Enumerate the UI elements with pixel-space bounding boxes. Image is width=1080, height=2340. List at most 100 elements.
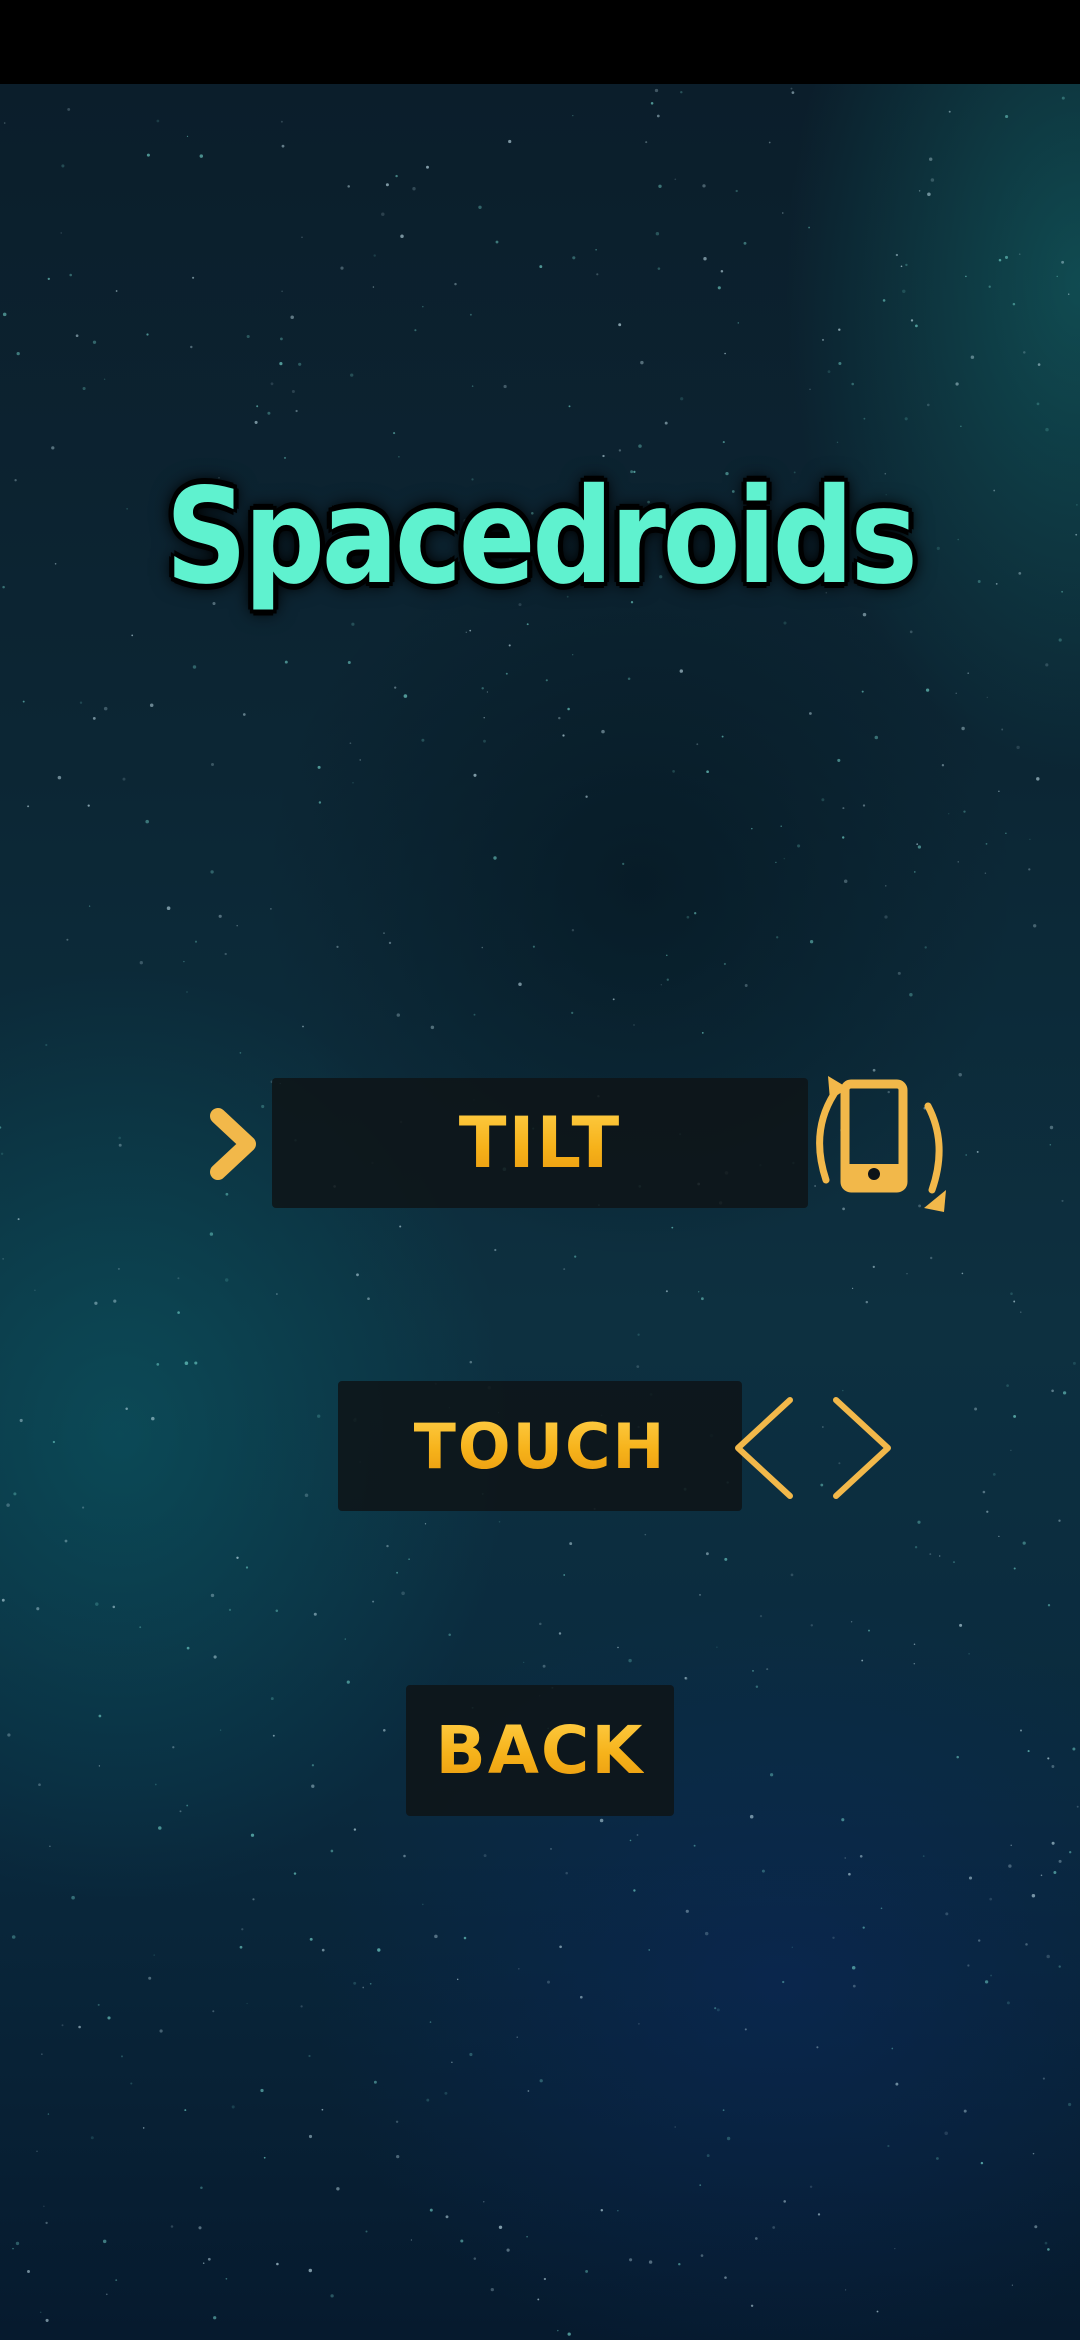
star — [599, 1818, 604, 1823]
star — [930, 1256, 933, 1260]
star — [469, 313, 472, 316]
star — [1010, 1449, 1012, 1451]
star — [571, 928, 575, 932]
star — [166, 906, 171, 910]
star — [231, 2105, 235, 2109]
star — [131, 634, 134, 637]
star — [465, 631, 468, 634]
star — [636, 1834, 639, 1836]
star — [11, 1935, 16, 1939]
star — [151, 1416, 155, 1421]
star — [1032, 2152, 1035, 2155]
star — [894, 2248, 896, 2250]
star — [526, 623, 529, 626]
star — [241, 1928, 244, 1931]
star — [158, 1826, 162, 1830]
star — [851, 1287, 854, 1290]
star — [948, 110, 951, 113]
star — [791, 91, 795, 94]
star — [102, 2239, 107, 2244]
star — [463, 1936, 467, 1940]
star — [1036, 402, 1040, 406]
star — [704, 1931, 709, 1936]
star — [82, 1506, 85, 1509]
star — [2, 585, 5, 589]
star — [768, 141, 771, 144]
star — [39, 2311, 42, 2314]
star — [1034, 2225, 1038, 2229]
star — [107, 2016, 111, 2020]
star — [117, 1267, 120, 1270]
star — [2, 312, 7, 317]
star — [780, 825, 782, 827]
star — [645, 141, 648, 144]
star — [177, 1277, 180, 1280]
star — [526, 2235, 528, 2238]
star — [640, 360, 644, 365]
star — [308, 2054, 311, 2058]
star — [650, 102, 654, 105]
star — [1058, 638, 1062, 642]
star — [585, 2269, 589, 2273]
star — [498, 2225, 503, 2229]
star — [481, 946, 484, 949]
star — [1051, 1389, 1054, 1393]
phone-rotate-icon[interactable] — [800, 1062, 960, 1222]
star — [344, 1638, 346, 1640]
star — [654, 88, 659, 93]
star — [1013, 1414, 1017, 1418]
star — [493, 856, 497, 860]
star — [184, 2109, 187, 2112]
star — [456, 1978, 459, 1981]
star — [298, 362, 302, 366]
star — [737, 322, 740, 324]
star — [122, 777, 126, 781]
star — [351, 622, 355, 626]
star — [239, 1052, 242, 1054]
star — [1023, 351, 1026, 354]
chevron-right-icon — [210, 1108, 256, 1180]
star — [761, 1869, 765, 1873]
star — [130, 2082, 133, 2085]
star — [699, 1594, 701, 1596]
star — [22, 700, 25, 703]
star — [121, 2055, 123, 2058]
star — [1061, 96, 1065, 100]
star — [252, 1898, 255, 1901]
left-right-arrows-icon[interactable] — [730, 1396, 896, 1500]
star — [900, 265, 903, 268]
star — [874, 735, 879, 740]
star — [842, 807, 845, 810]
star — [913, 1643, 916, 1645]
star — [636, 1365, 640, 1368]
star — [218, 914, 222, 918]
tilt-button[interactable]: TILT — [272, 1078, 808, 1208]
star — [759, 1615, 763, 1618]
star — [925, 688, 930, 692]
star — [207, 2257, 211, 2261]
star — [596, 273, 599, 276]
star — [980, 2161, 984, 2165]
touch-button[interactable]: TOUCH — [338, 1381, 742, 1511]
star — [842, 836, 845, 839]
star — [1047, 1757, 1050, 1760]
star — [1019, 1729, 1023, 1732]
star — [752, 1670, 754, 1672]
star — [179, 1810, 182, 1813]
star — [915, 324, 918, 328]
star — [939, 1555, 941, 1557]
star — [722, 2109, 725, 2112]
star — [909, 630, 913, 634]
back-button[interactable]: BACK — [406, 1685, 674, 1816]
star — [245, 1566, 249, 1569]
star — [882, 299, 886, 302]
star — [45, 2318, 49, 2322]
star — [845, 2289, 847, 2291]
tilt-button-label: TILT — [458, 1102, 622, 1184]
star — [891, 2047, 894, 2050]
star — [460, 2239, 464, 2243]
star — [917, 1520, 921, 1524]
star — [622, 862, 625, 866]
star — [194, 1361, 198, 1365]
star — [665, 1290, 668, 1293]
